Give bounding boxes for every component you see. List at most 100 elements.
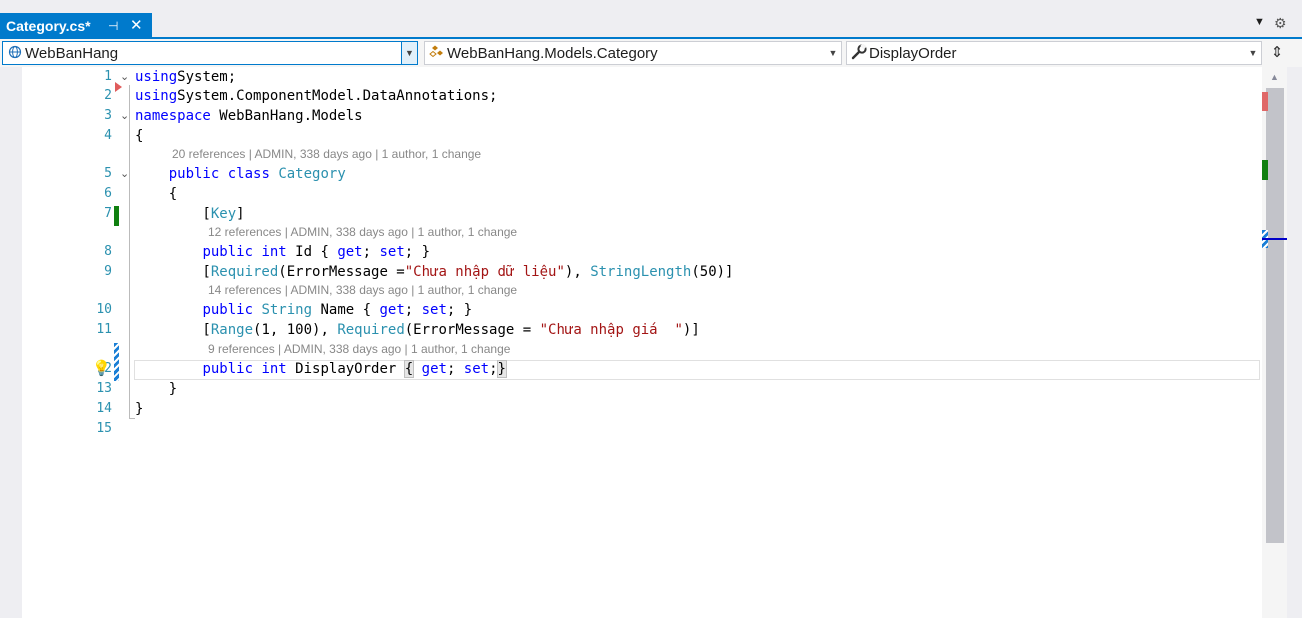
code-line[interactable]: 10 public String Name { get; set; } [22, 300, 1262, 320]
line-number: 6 [104, 186, 112, 201]
code-token: { [403, 360, 415, 378]
member-combo[interactable]: DisplayOrder ▼ [846, 41, 1262, 65]
code-line[interactable]: 13 } [22, 379, 1262, 399]
code-token: ; [446, 361, 464, 377]
code-token: ] [236, 206, 245, 222]
code-text: [Key] [135, 204, 245, 224]
line-number: 11 [96, 322, 112, 337]
line-number: 9 [104, 264, 112, 279]
code-token: String [261, 302, 313, 318]
code-token: StringLength [590, 264, 692, 280]
codelens-info[interactable]: 12 references | ADMIN, 338 days ago | 1 … [208, 223, 517, 241]
code-line[interactable]: 2 usingSystem.ComponentModel.DataAnnotati… [22, 86, 1262, 106]
code-token: get [337, 244, 363, 260]
code-token: Key [210, 206, 237, 222]
scroll-up-icon[interactable]: ▲ [1270, 72, 1279, 82]
chevron-down-icon[interactable]: ▼ [825, 42, 841, 64]
code-token: namespace [135, 108, 211, 124]
pin-icon[interactable]: ⊣ [108, 19, 118, 33]
line-number: 3 [104, 108, 112, 123]
code-token: set [379, 244, 405, 260]
code-token: "Chưa nhập giá " [539, 322, 683, 338]
code-line[interactable]: 14} [22, 399, 1262, 419]
left-margin [0, 67, 22, 618]
code-token: public [202, 302, 254, 318]
lightbulb-icon[interactable]: 💡 [92, 359, 111, 377]
code-token: set [421, 302, 447, 318]
code-token: ; [489, 361, 498, 377]
code-token: (1, 100), [253, 322, 338, 338]
gear-icon[interactable]: ⚙ [1274, 15, 1287, 32]
code-text: public int Id { get; set; } [135, 242, 430, 262]
line-number: 10 [96, 302, 112, 317]
code-token: set [463, 361, 490, 377]
scrollbar-thumb[interactable] [1266, 88, 1284, 543]
code-line[interactable]: 8 public int Id { get; set; } [22, 242, 1262, 262]
code-token: int [261, 361, 287, 377]
code-token: int [261, 244, 287, 260]
codelens-info[interactable]: 9 references | ADMIN, 338 days ago | 1 a… [208, 340, 510, 358]
close-icon[interactable]: ✕ [130, 16, 143, 34]
wrench-icon [849, 42, 869, 63]
document-tab-strip: Category.cs* ⊣ ✕ ▼ ⚙ [0, 0, 1302, 39]
code-token: Range [210, 322, 254, 338]
code-token: (50)] [691, 264, 734, 280]
code-token: System; [177, 69, 237, 85]
code-text: public int DisplayOrder { get; set;} [135, 359, 508, 379]
saved-change-marker [114, 206, 119, 226]
code-line[interactable]: 15 [22, 419, 1262, 439]
text-caret [505, 360, 507, 378]
code-line[interactable]: 9 [Required(ErrorMessage ="Chưa nhập dữ … [22, 262, 1262, 282]
tab-category-cs[interactable]: Category.cs* ⊣ ✕ [0, 13, 152, 39]
code-token: } [496, 360, 508, 378]
outline-guide-end [129, 418, 135, 419]
scrollbar-caret-marker [1262, 238, 1290, 240]
code-token: [ [135, 264, 211, 280]
collapse-toggle-icon[interactable]: ⌄ [120, 106, 129, 126]
code-token: ; } [404, 244, 431, 260]
code-text: [Range(1, 100), Required(ErrorMessage = … [135, 320, 699, 340]
code-token: public [168, 166, 220, 182]
collapse-toggle-icon[interactable]: ⌄ [120, 164, 129, 184]
codelens-info[interactable]: 20 references | ADMIN, 338 days ago | 1 … [172, 145, 481, 163]
codelens-info[interactable]: 14 references | ADMIN, 338 days ago | 1 … [208, 281, 517, 299]
code-token: get [379, 302, 405, 318]
project-combo[interactable]: WebBanHang ▼ [2, 41, 418, 65]
member-combo-text: DisplayOrder [869, 44, 957, 62]
code-text: namespace WebBanHang.Models [135, 106, 363, 126]
code-line[interactable]: 3 ⌄ namespace WebBanHang.Models [22, 106, 1262, 126]
code-token: } [135, 401, 144, 417]
code-token: { [135, 128, 144, 144]
split-window-icon[interactable]: ⇕ [1266, 41, 1288, 65]
code-editor[interactable]: 1 ⌄ usingSystem; 2 usingSystem.ComponentMode… [22, 67, 1262, 618]
code-token: { [135, 186, 178, 202]
code-line[interactable]: 4{ [22, 126, 1262, 146]
code-line[interactable]: 5 ⌄ public class Category [22, 164, 1262, 184]
code-text: [Required(ErrorMessage ="Chưa nhập dữ li… [135, 262, 734, 282]
tab-title: Category.cs* [6, 18, 91, 34]
code-text: public String Name { get; set; } [135, 300, 472, 320]
code-token: (ErrorMessage = [278, 264, 405, 280]
line-number: 5 [104, 166, 112, 181]
code-line[interactable]: 7 [Key] [22, 204, 1262, 224]
code-token: ), [564, 264, 591, 280]
code-token: public [202, 244, 254, 260]
code-token: class [227, 166, 270, 182]
type-combo[interactable]: WebBanHang.Models.Category ▼ [424, 41, 842, 65]
code-line[interactable]: 1 ⌄ usingSystem; [22, 67, 1262, 87]
code-line[interactable]: 12 public int DisplayOrder { get; set;} [22, 359, 1262, 379]
code-line[interactable]: 11 [Range(1, 100), Required(ErrorMessage… [22, 320, 1262, 340]
code-token: [ [135, 206, 211, 222]
code-line[interactable]: 6 { [22, 184, 1262, 204]
chevron-down-icon[interactable]: ▼ [401, 42, 417, 64]
code-text: usingSystem.ComponentModel.DataAnnotatio… [135, 86, 497, 106]
chevron-down-icon[interactable]: ▼ [1245, 42, 1261, 64]
type-combo-text: WebBanHang.Models.Category [447, 44, 658, 62]
line-number: 1 [104, 69, 112, 84]
tab-list-dropdown-icon[interactable]: ▼ [1254, 16, 1265, 28]
